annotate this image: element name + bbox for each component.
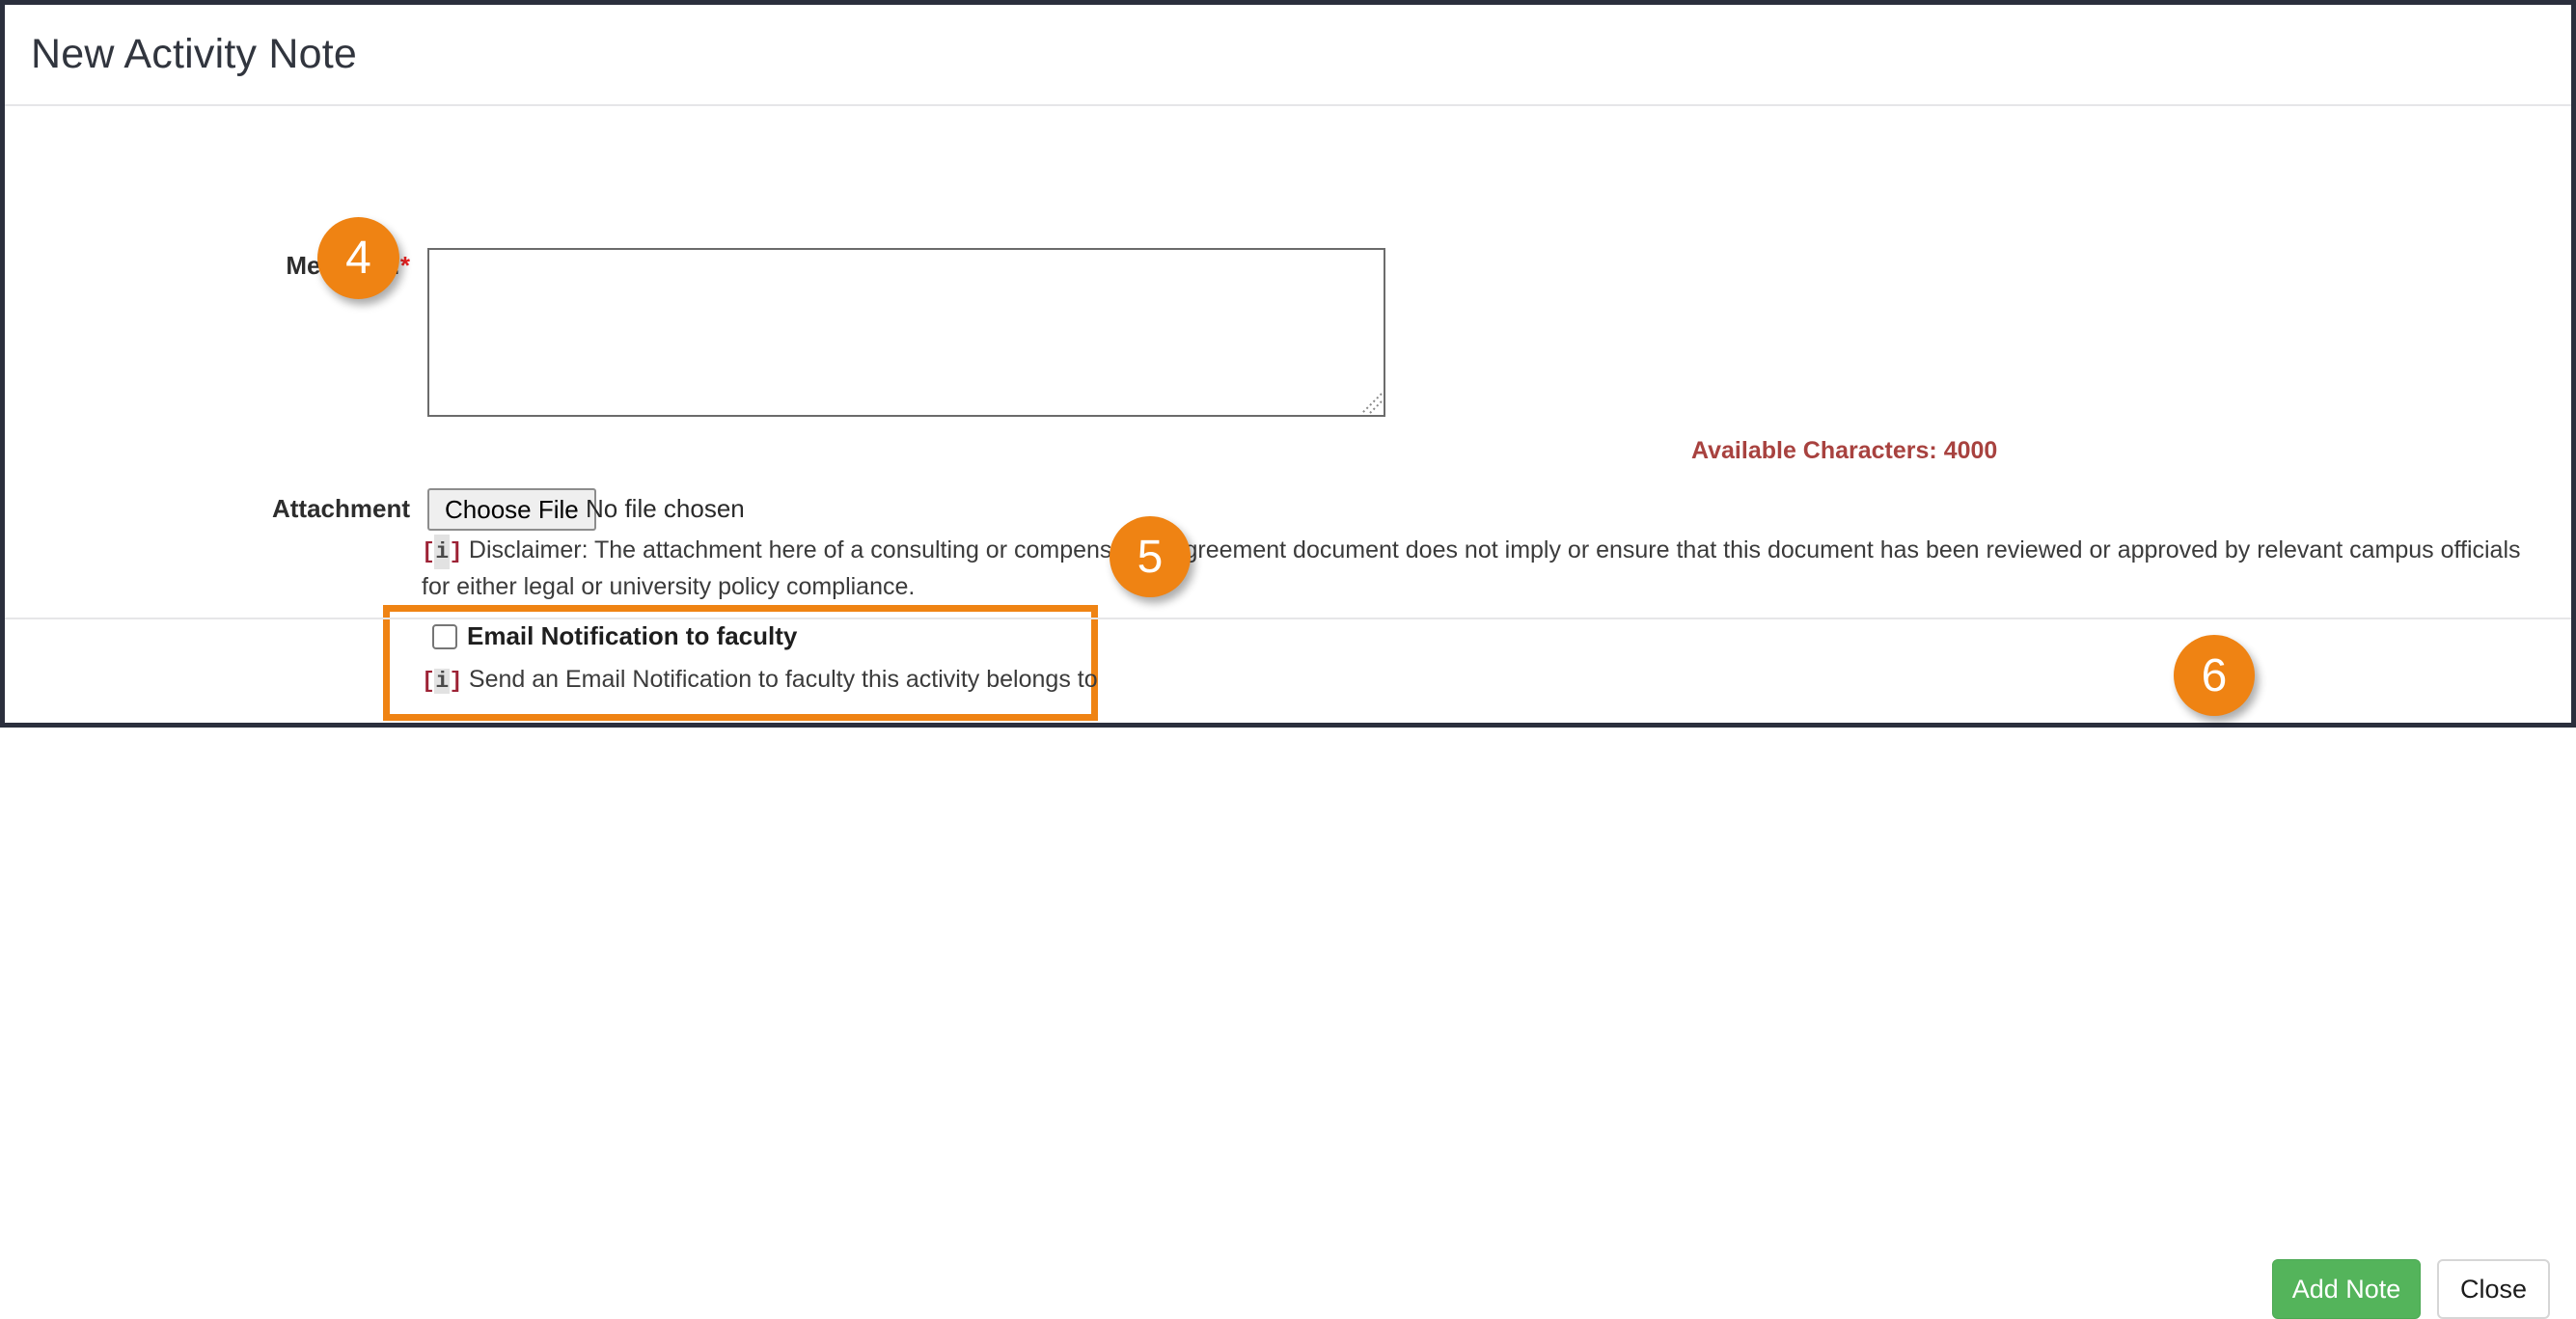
step-badge-6: 6: [2174, 635, 2255, 716]
step-badge-4: 4: [317, 217, 399, 299]
file-status-text: No file chosen: [586, 494, 745, 523]
page-title: New Activity Note: [31, 31, 357, 77]
modal-header: New Activity Note: [5, 5, 2571, 106]
message-input[interactable]: [427, 248, 1385, 417]
close-button[interactable]: Close: [2437, 1259, 2550, 1319]
required-asterisk-icon: *: [399, 251, 410, 280]
info-icon: [i]: [422, 535, 462, 569]
available-characters-counter: Available Characters: 4000: [1691, 437, 1998, 464]
attachment-disclaimer-text: Disclaimer: The attachment here of a con…: [422, 536, 2521, 600]
new-activity-note-modal: New Activity Note Message:* Available Ch…: [0, 0, 2576, 1319]
add-note-button[interactable]: Add Note: [2272, 1259, 2421, 1319]
modal-body: Message:* Available Characters: 4000 Att…: [5, 108, 2571, 721]
attachment-disclaimer: [i] Disclaimer: The attachment here of a…: [422, 533, 2525, 604]
step-badge-5: 5: [1110, 516, 1191, 597]
choose-file-button[interactable]: Choose File: [427, 488, 596, 531]
attachment-label: Attachment: [271, 494, 410, 523]
